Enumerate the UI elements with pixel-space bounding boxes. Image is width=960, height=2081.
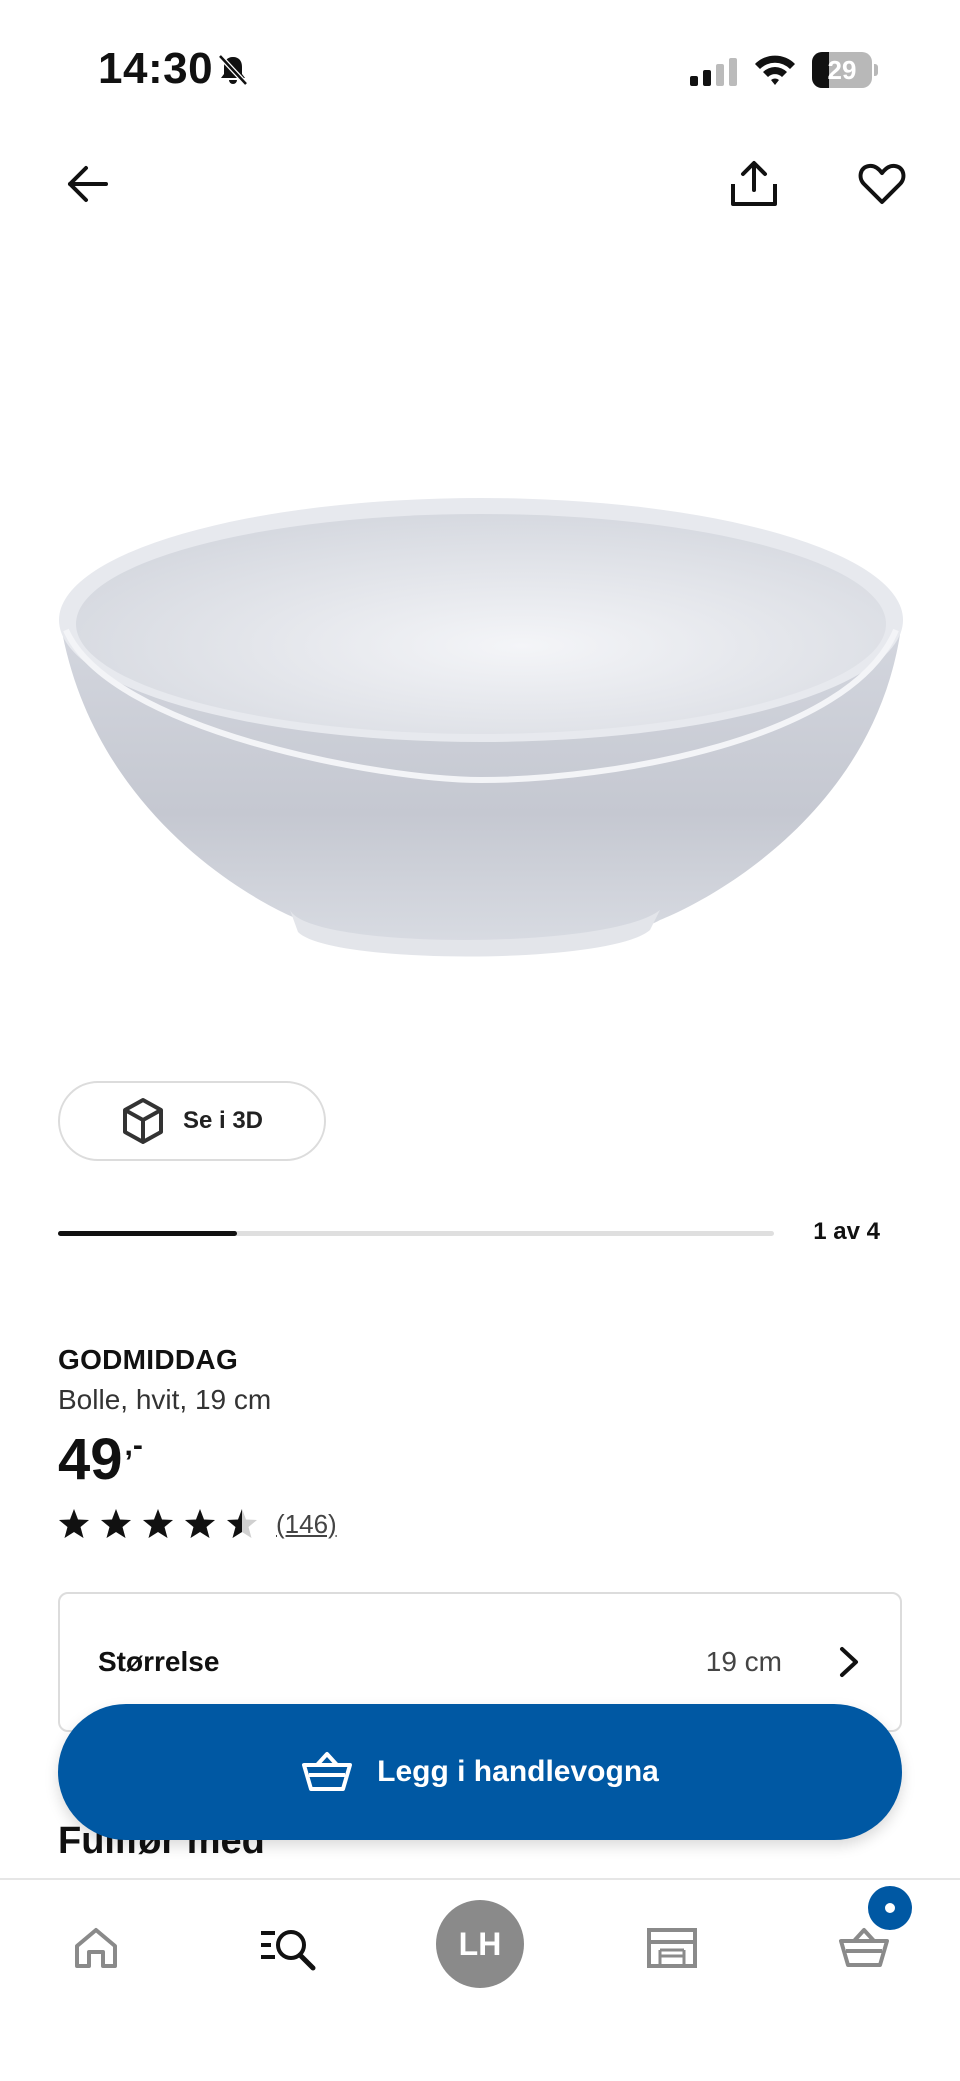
review-count-link[interactable]: (146) [276,1509,337,1540]
product-page: 14:30 29 Se i 3D 1 av 4 GODMIDDAG Bolle,… [0,0,960,2081]
cart-badge [868,1886,912,1930]
share-button[interactable] [722,152,786,216]
avatar: LH [436,1900,524,1988]
carousel-progress [58,1231,774,1236]
heart-icon [858,163,906,204]
size-label: Størrelse [98,1646,220,1677]
product-image[interactable] [50,480,910,1000]
tab-stores[interactable] [624,1900,720,1996]
status-bar: 14:30 29 [0,0,960,140]
star-icon [101,1509,131,1538]
battery-icon: 29 [812,52,878,88]
search-icon [261,1930,316,1971]
status-time: 14:30 [98,44,214,93]
chevron-right-icon [840,1647,858,1677]
wifi-icon [755,55,795,85]
bottom-tab-bar: LH [0,1878,960,2081]
tab-home[interactable] [48,1900,144,1996]
tab-cart[interactable] [816,1886,912,1996]
size-value: 19 cm [705,1646,782,1677]
basket-icon [302,1752,353,1791]
store-icon [647,1928,697,1968]
battery-level: 29 [827,55,857,85]
star-icon [143,1509,173,1538]
view-3d-label: Se i 3D [182,1107,264,1134]
star-icon [227,1509,257,1538]
basket-icon [839,1928,889,1967]
product-description: Bolle, hvit, 19 cm [58,1384,272,1415]
signal-icon [690,58,737,86]
carousel-progress-fill [58,1231,237,1236]
mute-icon [218,54,248,86]
add-to-cart-label: Legg i handlevogna [377,1755,659,1788]
favorite-button[interactable] [850,152,914,216]
home-icon [75,1928,117,1968]
product-rating[interactable]: (146) [58,1508,337,1540]
product-name: GODMIDDAG [58,1344,239,1375]
tab-search[interactable] [240,1900,336,1996]
tab-profile[interactable]: LH [432,1896,528,1992]
arrow-left-icon [68,166,108,202]
view-3d-button[interactable]: Se i 3D [58,1081,326,1161]
star-icon [59,1509,89,1538]
add-to-cart-button[interactable]: Legg i handlevogna [58,1704,902,1840]
cube-icon [122,1098,163,1144]
carousel-counter: 1 av 4 [813,1218,880,1245]
product-price: 49 ,- [58,1428,143,1492]
share-icon [731,161,777,206]
back-button[interactable] [56,152,120,216]
price-suffix: ,- [124,1429,143,1462]
price-value: 49 [58,1427,123,1492]
star-icon [185,1509,215,1538]
